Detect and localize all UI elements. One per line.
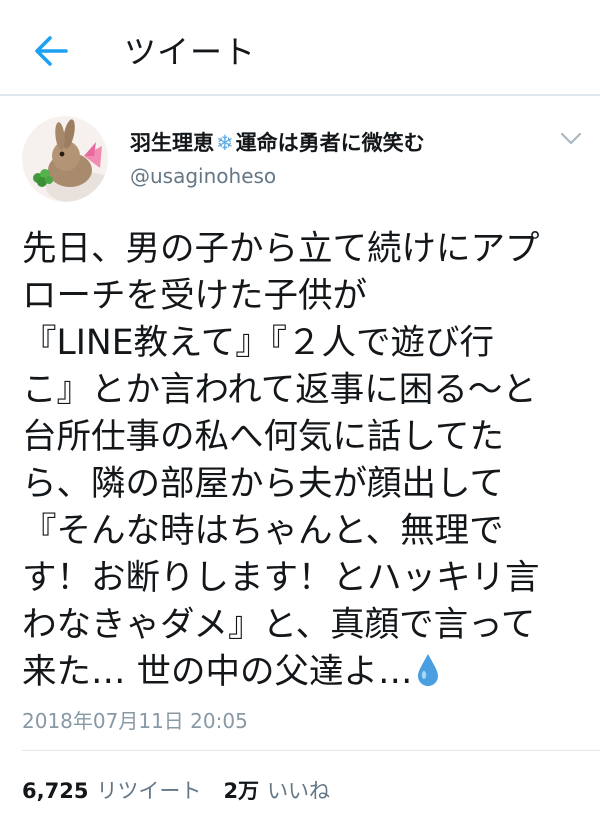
author-handle[interactable]: @usaginoheso xyxy=(130,164,276,188)
snowflake-icon: ❄ xyxy=(216,131,234,155)
tweet-text-last-line: 来た… 世の中の父達よ… xyxy=(22,649,592,696)
like-count-link[interactable]: 2万 いいね xyxy=(223,779,330,803)
retweet-count: 6,725 xyxy=(22,779,89,803)
divider xyxy=(22,750,600,751)
avatar[interactable] xyxy=(22,116,108,202)
author-name[interactable]: 羽生理恵❄運命は勇者に微笑む xyxy=(130,127,425,157)
tweet-text: 先日、男の子から立て続けにアプ ローチを受けた子供が 『LINE教えて』『２人で… xyxy=(22,226,592,696)
tweet-text-line: 先日、男の子から立て続けにアプ xyxy=(22,229,540,269)
tweet-text-line: ローチを受けた子供が xyxy=(22,276,367,316)
chevron-down-icon[interactable] xyxy=(560,132,582,146)
tweet-text-line: ら、隣の部屋から夫が顔出して xyxy=(22,464,504,504)
arrow-left-icon[interactable] xyxy=(32,32,70,70)
display-name: 羽生理恵 xyxy=(130,131,214,155)
retweet-count-link[interactable]: 6,725 リツイート xyxy=(22,779,201,803)
top-bar: ツイート xyxy=(0,0,600,96)
retweet-label: リツイート xyxy=(96,779,202,803)
engagement-stats: 6,725 リツイート 2万 いいね xyxy=(22,775,330,805)
like-count: 2万 xyxy=(223,779,260,803)
tweet-text-line: 来た… 世の中の父達よ… xyxy=(22,652,413,692)
tweet-text-line: 『そんな時はちゃんと、無理で xyxy=(22,511,504,551)
display-name-suffix: 運命は勇者に微笑む xyxy=(235,131,425,155)
tweet-text-line: わなきゃダメ』と、真顔で言って xyxy=(22,605,536,645)
tweet-timestamp[interactable]: 2018年07月11日 20:05 xyxy=(22,705,248,734)
like-label: いいね xyxy=(267,779,331,803)
tweet-text-line: 台所仕事の私へ何気に話してた xyxy=(22,417,504,457)
tweet-text-line: こ』とか言われて返事に困る～と xyxy=(22,370,537,410)
rabbit-avatar-image xyxy=(22,116,108,202)
tweet-text-line: 『LINE教えて』『２人で遊び行 xyxy=(22,323,495,363)
tweet-text-line: す！お断りします！とハッキリ言 xyxy=(22,558,540,598)
droplet-icon xyxy=(418,654,439,686)
page-title: ツイート xyxy=(124,33,257,71)
